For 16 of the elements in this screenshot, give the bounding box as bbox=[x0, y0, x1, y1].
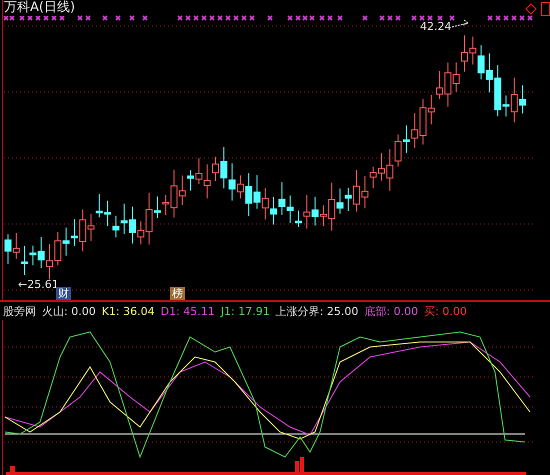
indicator-value: D1: 45.11 bbox=[160, 304, 215, 318]
indicator-value: J1: 17.91 bbox=[220, 304, 270, 318]
arrow-icon bbox=[452, 20, 470, 28]
indicator-value: 底部: 0.00 bbox=[364, 304, 418, 318]
indicator-value: K1: 36.04 bbox=[102, 304, 155, 318]
low-price-label: ←25.61 bbox=[18, 278, 59, 291]
high-price-label: 42.24 bbox=[420, 20, 452, 33]
indicator-name: 股旁网 bbox=[3, 304, 36, 318]
event-badge[interactable]: 财 bbox=[56, 287, 71, 300]
diamond-icon[interactable] bbox=[525, 3, 537, 15]
indicator-value: 上涨分界: 25.00 bbox=[276, 304, 358, 318]
square-icon[interactable] bbox=[541, 2, 550, 16]
indicator-value: 买: 0.00 bbox=[424, 304, 467, 318]
event-badge[interactable]: 榜 bbox=[170, 287, 185, 300]
indicator-value: 火山: 0.00 bbox=[42, 304, 96, 318]
chart-title: 万科A(日线) bbox=[4, 0, 76, 16]
